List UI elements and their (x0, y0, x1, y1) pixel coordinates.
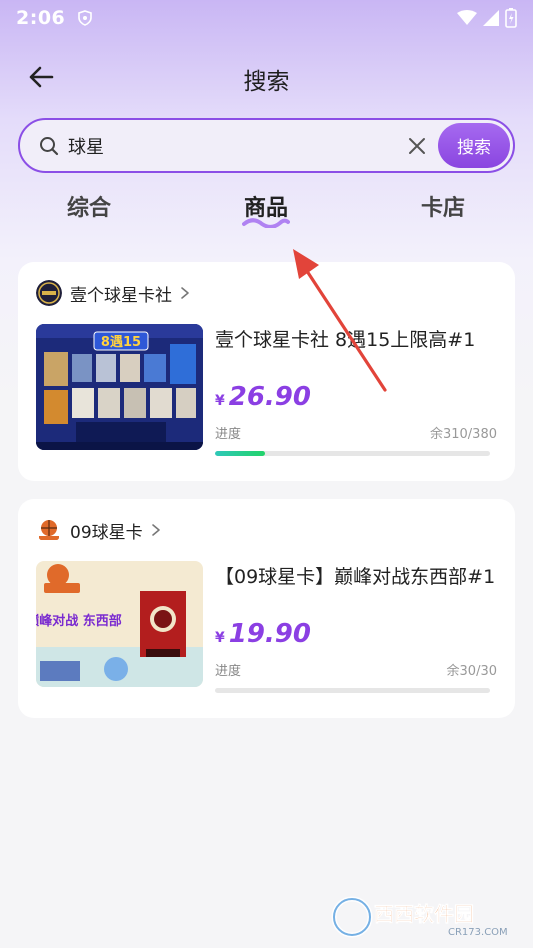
price-value: 26.90 (228, 382, 311, 412)
clear-search-button[interactable] (404, 133, 430, 159)
chevron-right-icon (181, 287, 189, 299)
watermark-text: 西西软件园 (374, 902, 474, 926)
price-value: 19.90 (228, 619, 311, 649)
currency-symbol: ¥ (215, 393, 225, 409)
signal-icon (483, 10, 499, 26)
watermark-sub: CR173.COM (448, 927, 508, 938)
chevron-right-icon (151, 524, 160, 536)
currency-symbol: ¥ (215, 630, 225, 646)
shop-name: 壹个球星卡社 (70, 285, 172, 306)
status-bar: 2:06 (0, 0, 533, 36)
battery-icon (505, 8, 517, 28)
progress-fill (215, 451, 265, 456)
tab-products[interactable]: 商品 (216, 190, 316, 228)
search-bar: 搜索 (18, 118, 515, 173)
search-input[interactable] (68, 135, 388, 156)
product-price: ¥19.90 (215, 619, 311, 649)
tab-bar: 综合 商品 卡店 (0, 190, 533, 234)
active-tab-indicator (242, 218, 290, 228)
product-title: 【09球星卡】巅峰对战东西部#1 (215, 566, 496, 588)
shop-name: 09球星卡 (70, 522, 143, 543)
product-image-text: 8遇15 (101, 335, 141, 350)
product-card[interactable]: 09球星卡 巅峰对战 东西部 【09球星卡】巅峰对战东西部#1 ¥19.90 进… (18, 499, 515, 718)
progress-label: 进度 (215, 664, 242, 679)
progress-bar (215, 451, 490, 456)
product-image-text: 巅峰对战 东西部 (36, 613, 122, 629)
close-icon (409, 137, 425, 154)
product-image[interactable]: 8遇15 (36, 324, 203, 450)
product-title: 壹个球星卡社 8遇15上限高#1 (215, 329, 476, 351)
tab-shops[interactable]: 卡店 (393, 190, 493, 222)
shop-logo (36, 517, 62, 543)
page-title: 搜索 (243, 69, 290, 95)
remaining-stock: 余310/380 (429, 427, 497, 442)
shop-link[interactable]: 壹个球星卡社 (36, 280, 190, 306)
product-price: ¥26.90 (215, 382, 311, 412)
shop-link[interactable]: 09球星卡 (36, 517, 161, 543)
search-icon (40, 136, 59, 155)
wifi-icon (457, 10, 477, 25)
status-time: 2:06 (16, 7, 66, 29)
progress-bar (215, 688, 490, 693)
shop-logo (36, 280, 62, 306)
header: 搜索 (0, 52, 533, 102)
remaining-stock: 余30/30 (446, 664, 497, 679)
product-card[interactable]: 壹个球星卡社 8遇15 壹个球星卡社 8遇15上限高#1 ¥ 26.90 进度 … (18, 262, 515, 481)
search-button[interactable]: 搜索 (438, 123, 510, 168)
progress-label: 进度 (215, 427, 242, 442)
tab-overall[interactable]: 综合 (39, 190, 139, 222)
product-image[interactable]: 巅峰对战 东西部 (36, 561, 203, 687)
watermark-logo: 西西软件园 CR173.COM (331, 896, 508, 938)
shield-icon (78, 10, 93, 26)
